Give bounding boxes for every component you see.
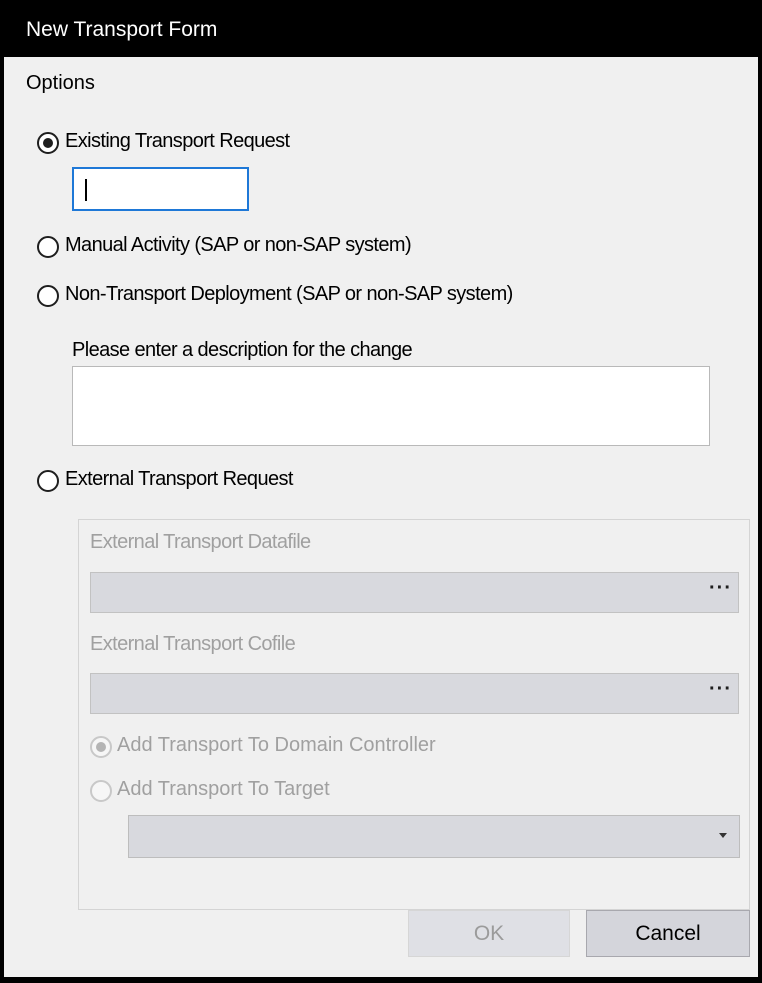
radio-add-to-target-label: Add Transport To Target	[117, 778, 330, 800]
radio-manual-activity-label: Manual Activity (SAP or non-SAP system)	[65, 234, 412, 256]
description-label: Please enter a description for the chang…	[72, 339, 413, 361]
radio-button-icon[interactable]	[37, 470, 59, 492]
text-caret	[85, 179, 87, 201]
transport-request-input[interactable]	[72, 167, 249, 211]
new-transport-form-window: New Transport Form Options Existing Tran…	[0, 0, 762, 983]
radio-external-transport-label: External Transport Request	[65, 468, 293, 490]
radio-dot-icon	[43, 138, 53, 148]
radio-button-icon[interactable]	[37, 132, 59, 154]
browse-cofile-icon[interactable]: ···	[709, 678, 732, 701]
target-select[interactable]	[128, 815, 740, 858]
ok-button[interactable]: OK	[408, 910, 570, 957]
radio-button-icon[interactable]	[90, 780, 112, 802]
options-heading: Options	[26, 72, 95, 94]
datafile-input[interactable]: ···	[90, 572, 739, 613]
radio-button-icon[interactable]	[37, 236, 59, 258]
radio-button-icon[interactable]	[90, 736, 112, 758]
radio-button-icon[interactable]	[37, 285, 59, 307]
radio-domain-controller-label: Add Transport To Domain Controller	[117, 734, 436, 756]
datafile-label: External Transport Datafile	[90, 531, 311, 553]
radio-existing-transport-label: Existing Transport Request	[65, 130, 290, 152]
browse-datafile-icon[interactable]: ···	[709, 577, 732, 600]
window-title: New Transport Form	[26, 18, 218, 41]
radio-dot-icon	[96, 742, 106, 752]
cofile-input[interactable]: ···	[90, 673, 739, 714]
title-bar: New Transport Form	[0, 0, 762, 56]
cofile-label: External Transport Cofile	[90, 633, 296, 655]
cancel-button[interactable]: Cancel	[586, 910, 750, 957]
radio-non-transport-label: Non-Transport Deployment (SAP or non-SAP…	[65, 283, 513, 305]
description-textarea[interactable]	[72, 366, 710, 446]
external-transport-group: External Transport Datafile ··· External…	[78, 519, 750, 910]
dialog-body: Options Existing Transport Request Manua…	[4, 57, 758, 977]
chevron-down-icon	[719, 833, 727, 838]
